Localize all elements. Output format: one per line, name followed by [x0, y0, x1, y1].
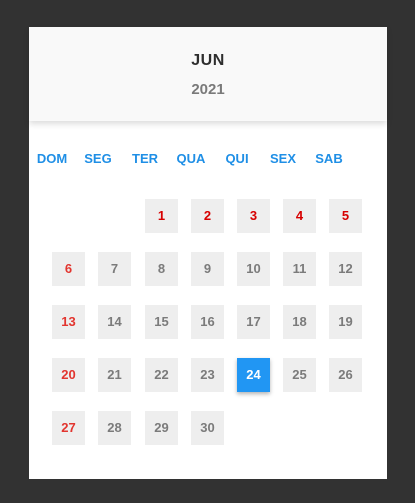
- day-cell[interactable]: 25: [283, 358, 316, 392]
- day-cell[interactable]: 28: [98, 411, 131, 445]
- calendar-card: JUN 2021 DOM SEG TER QUA QUI SEX SAB 123…: [29, 27, 387, 479]
- day-cell[interactable]: 30: [191, 411, 224, 445]
- day-cell-selected[interactable]: 24: [237, 358, 270, 392]
- day-cell[interactable]: 27: [52, 411, 85, 445]
- month-label: JUN: [191, 52, 225, 69]
- day-cell[interactable]: 11: [283, 252, 316, 286]
- day-cell[interactable]: 16: [191, 305, 224, 339]
- calendar-header: JUN 2021: [29, 27, 387, 121]
- day-cell[interactable]: 17: [237, 305, 270, 339]
- day-cell[interactable]: 9: [191, 252, 224, 286]
- day-cell[interactable]: 19: [329, 305, 362, 339]
- day-cell[interactable]: 23: [191, 358, 224, 392]
- day-cell[interactable]: 15: [145, 305, 178, 339]
- day-cell[interactable]: 29: [145, 411, 178, 445]
- day-cell[interactable]: 22: [145, 358, 178, 392]
- day-cell[interactable]: 26: [329, 358, 362, 392]
- day-cell[interactable]: 2: [191, 199, 224, 233]
- year-label: 2021: [191, 81, 225, 98]
- day-cell[interactable]: 3: [237, 199, 270, 233]
- day-cell[interactable]: 7: [98, 252, 131, 286]
- day-cell[interactable]: 8: [145, 252, 178, 286]
- day-cell[interactable]: 10: [237, 252, 270, 286]
- day-cell[interactable]: 21: [98, 358, 131, 392]
- day-cell[interactable]: 5: [329, 199, 362, 233]
- day-cell[interactable]: 6: [52, 252, 85, 286]
- day-cell[interactable]: 14: [98, 305, 131, 339]
- day-cell[interactable]: 20: [52, 358, 85, 392]
- day-cell[interactable]: 13: [52, 305, 85, 339]
- day-cell[interactable]: 12: [329, 252, 362, 286]
- day-cell[interactable]: 4: [283, 199, 316, 233]
- day-cell[interactable]: 1: [145, 199, 178, 233]
- day-cell[interactable]: 18: [283, 305, 316, 339]
